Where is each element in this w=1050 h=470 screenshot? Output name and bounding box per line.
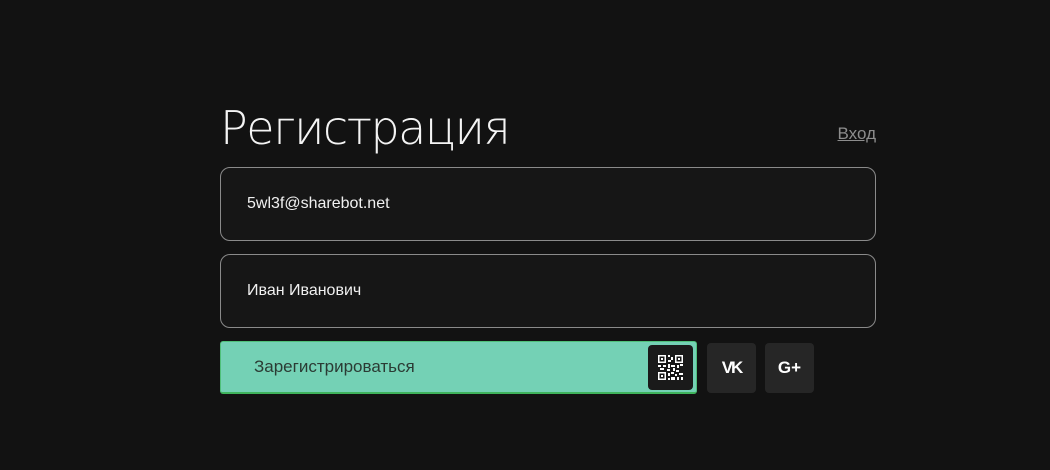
page-title: Регистрация bbox=[220, 101, 511, 155]
register-button-label: Зарегистрироваться bbox=[254, 357, 415, 376]
email-field[interactable] bbox=[220, 167, 876, 241]
google-login-button[interactable]: G+ bbox=[765, 342, 814, 393]
vk-icon: VK bbox=[721, 357, 744, 377]
email-input[interactable] bbox=[247, 195, 847, 213]
google-plus-icon: G+ bbox=[777, 357, 802, 377]
form-header: Регистрация Вход bbox=[220, 96, 876, 166]
registration-page: Регистрация Вход Зарегистрироваться bbox=[0, 0, 1050, 470]
name-input[interactable] bbox=[247, 282, 847, 300]
register-button[interactable]: Зарегистрироваться bbox=[220, 341, 697, 394]
qr-code-icon bbox=[658, 355, 683, 380]
qr-login-button[interactable] bbox=[648, 345, 693, 390]
registration-form: Регистрация Вход Зарегистрироваться bbox=[220, 96, 876, 394]
login-link[interactable]: Вход bbox=[838, 124, 876, 144]
name-field[interactable] bbox=[220, 254, 876, 328]
vk-login-button[interactable]: VK bbox=[707, 342, 756, 393]
form-actions: Зарегистрироваться VK G+ bbox=[220, 341, 876, 394]
